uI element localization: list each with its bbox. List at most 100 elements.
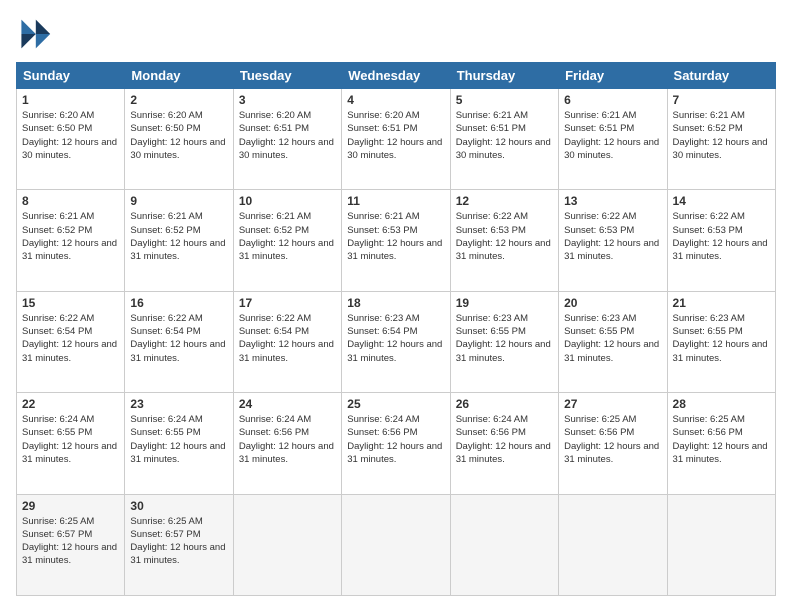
day-number: 2 [130,93,227,107]
day-number: 19 [456,296,553,310]
calendar-day-cell: 11 Sunrise: 6:21 AMSunset: 6:53 PMDayligh… [342,190,450,291]
calendar-day-cell: 3 Sunrise: 6:20 AMSunset: 6:51 PMDaylight… [233,89,341,190]
calendar-day-cell: 13 Sunrise: 6:22 AMSunset: 6:53 PMDayligh… [559,190,667,291]
day-detail: Sunrise: 6:21 AMSunset: 6:52 PMDaylight:… [130,210,227,263]
day-number: 5 [456,93,553,107]
calendar-day-cell: 26 Sunrise: 6:24 AMSunset: 6:56 PMDayligh… [450,393,558,494]
day-detail: Sunrise: 6:22 AMSunset: 6:54 PMDaylight:… [22,312,119,365]
calendar-day-cell: 6 Sunrise: 6:21 AMSunset: 6:51 PMDaylight… [559,89,667,190]
day-detail: Sunrise: 6:22 AMSunset: 6:53 PMDaylight:… [564,210,661,263]
calendar-day-cell: 15 Sunrise: 6:22 AMSunset: 6:54 PMDayligh… [17,291,125,392]
day-number: 26 [456,397,553,411]
calendar-day-cell: 2 Sunrise: 6:20 AMSunset: 6:50 PMDaylight… [125,89,233,190]
calendar-week-row: 22 Sunrise: 6:24 AMSunset: 6:55 PMDayligh… [17,393,776,494]
calendar-day-cell [667,494,775,595]
day-number: 20 [564,296,661,310]
day-number: 10 [239,194,336,208]
day-detail: Sunrise: 6:21 AMSunset: 6:53 PMDaylight:… [347,210,444,263]
day-detail: Sunrise: 6:24 AMSunset: 6:56 PMDaylight:… [239,413,336,466]
calendar-table: SundayMondayTuesdayWednesdayThursdayFrid… [16,62,776,596]
day-detail: Sunrise: 6:24 AMSunset: 6:56 PMDaylight:… [456,413,553,466]
day-number: 21 [673,296,770,310]
day-detail: Sunrise: 6:22 AMSunset: 6:53 PMDaylight:… [673,210,770,263]
calendar-day-cell: 24Sunrise: 6:24 AMSunset: 6:56 PMDayligh… [233,393,341,494]
day-detail: Sunrise: 6:23 AMSunset: 6:55 PMDaylight:… [456,312,553,365]
day-number: 16 [130,296,227,310]
day-number: 7 [673,93,770,107]
day-number: 9 [130,194,227,208]
day-number: 27 [564,397,661,411]
day-detail: Sunrise: 6:23 AMSunset: 6:55 PMDaylight:… [673,312,770,365]
calendar-day-cell: 9 Sunrise: 6:21 AMSunset: 6:52 PMDaylight… [125,190,233,291]
calendar-day-cell: 29Sunrise: 6:25 AMSunset: 6:57 PMDayligh… [17,494,125,595]
calendar-week-row: 29 Sunrise: 6:25 AMSunset: 6:57 PMDayligh… [17,494,776,595]
calendar-day-cell: 16 Sunrise: 6:22 AMSunset: 6:54 PMDayligh… [125,291,233,392]
day-number: 1 [22,93,119,107]
day-detail: Sunrise: 6:25 AMSunset: 6:56 PMDaylight:… [673,413,770,466]
day-detail: Sunrise: 6:21 AMSunset: 6:52 PMDaylight:… [673,109,770,162]
calendar-day-cell: 7 Sunrise: 6:21 AMSunset: 6:52 PMDaylight… [667,89,775,190]
day-detail: Sunrise: 6:20 AMSunset: 6:50 PMDaylight:… [130,109,227,162]
calendar-day-cell: 23 Sunrise: 6:24 AMSunset: 6:55 PMDayligh… [125,393,233,494]
day-detail: Sunrise: 6:22 AMSunset: 6:54 PMDaylight:… [239,312,336,365]
day-number: 15 [22,296,119,310]
calendar-day-cell [559,494,667,595]
day-number: 3 [239,93,336,107]
calendar-day-cell: 8 Sunrise: 6:21 AMSunset: 6:52 PMDaylight… [17,190,125,291]
day-number: 17 [239,296,336,310]
weekday-header: Monday [125,63,233,89]
calendar-day-cell: 5 Sunrise: 6:21 AMSunset: 6:51 PMDaylight… [450,89,558,190]
page-header [16,16,776,52]
calendar-day-cell: 17 Sunrise: 6:22 AMSunset: 6:54 PMDayligh… [233,291,341,392]
calendar-day-cell: 10 Sunrise: 6:21 AMSunset: 6:52 PMDayligh… [233,190,341,291]
weekday-header: Thursday [450,63,558,89]
day-number: 8 [22,194,119,208]
day-detail: Sunrise: 6:24 AMSunset: 6:55 PMDaylight:… [130,413,227,466]
day-number: 4 [347,93,444,107]
day-number: 23 [130,397,227,411]
calendar-week-row: 8 Sunrise: 6:21 AMSunset: 6:52 PMDaylight… [17,190,776,291]
calendar-day-cell: 22 Sunrise: 6:24 AMSunset: 6:55 PMDayligh… [17,393,125,494]
calendar-week-row: 1 Sunrise: 6:20 AMSunset: 6:50 PMDaylight… [17,89,776,190]
day-detail: Sunrise: 6:24 AMSunset: 6:55 PMDaylight:… [22,413,119,466]
calendar-day-cell: 30 Sunrise: 6:25 AMSunset: 6:57 PMDayligh… [125,494,233,595]
day-detail: Sunrise: 6:22 AMSunset: 6:54 PMDaylight:… [130,312,227,365]
day-detail: Sunrise: 6:21 AMSunset: 6:52 PMDaylight:… [239,210,336,263]
day-number: 25 [347,397,444,411]
calendar-day-cell: 4 Sunrise: 6:20 AMSunset: 6:51 PMDaylight… [342,89,450,190]
calendar-day-cell: 20 Sunrise: 6:23 AMSunset: 6:55 PMDayligh… [559,291,667,392]
day-number: 30 [130,499,227,513]
weekday-header: Tuesday [233,63,341,89]
day-detail: Sunrise: 6:21 AMSunset: 6:51 PMDaylight:… [456,109,553,162]
day-detail: Sunrise: 6:20 AMSunset: 6:51 PMDaylight:… [239,109,336,162]
day-detail: Sunrise: 6:20 AMSunset: 6:51 PMDaylight:… [347,109,444,162]
weekday-header: Sunday [17,63,125,89]
day-number: 28 [673,397,770,411]
day-number: 13 [564,194,661,208]
weekday-header: Friday [559,63,667,89]
calendar-day-cell [342,494,450,595]
weekday-header: Saturday [667,63,775,89]
day-number: 6 [564,93,661,107]
weekday-header: Wednesday [342,63,450,89]
calendar-day-cell: 21 Sunrise: 6:23 AMSunset: 6:55 PMDayligh… [667,291,775,392]
logo-icon [16,16,52,52]
calendar-day-cell: 12Sunrise: 6:22 AMSunset: 6:53 PMDayligh… [450,190,558,291]
day-number: 11 [347,194,444,208]
day-number: 12 [456,194,553,208]
day-number: 18 [347,296,444,310]
calendar-day-cell: 1 Sunrise: 6:20 AMSunset: 6:50 PMDaylight… [17,89,125,190]
day-detail: Sunrise: 6:23 AMSunset: 6:54 PMDaylight:… [347,312,444,365]
day-detail: Sunrise: 6:21 AMSunset: 6:52 PMDaylight:… [22,210,119,263]
day-detail: Sunrise: 6:23 AMSunset: 6:55 PMDaylight:… [564,312,661,365]
calendar-day-cell [450,494,558,595]
day-detail: Sunrise: 6:21 AMSunset: 6:51 PMDaylight:… [564,109,661,162]
calendar-day-cell: 25Sunrise: 6:24 AMSunset: 6:56 PMDayligh… [342,393,450,494]
day-detail: Sunrise: 6:20 AMSunset: 6:50 PMDaylight:… [22,109,119,162]
day-number: 29 [22,499,119,513]
calendar-day-cell: 28 Sunrise: 6:25 AMSunset: 6:56 PMDayligh… [667,393,775,494]
day-detail: Sunrise: 6:25 AMSunset: 6:57 PMDaylight:… [130,515,227,568]
day-number: 22 [22,397,119,411]
calendar-day-cell: 27Sunrise: 6:25 AMSunset: 6:56 PMDayligh… [559,393,667,494]
logo [16,16,56,52]
